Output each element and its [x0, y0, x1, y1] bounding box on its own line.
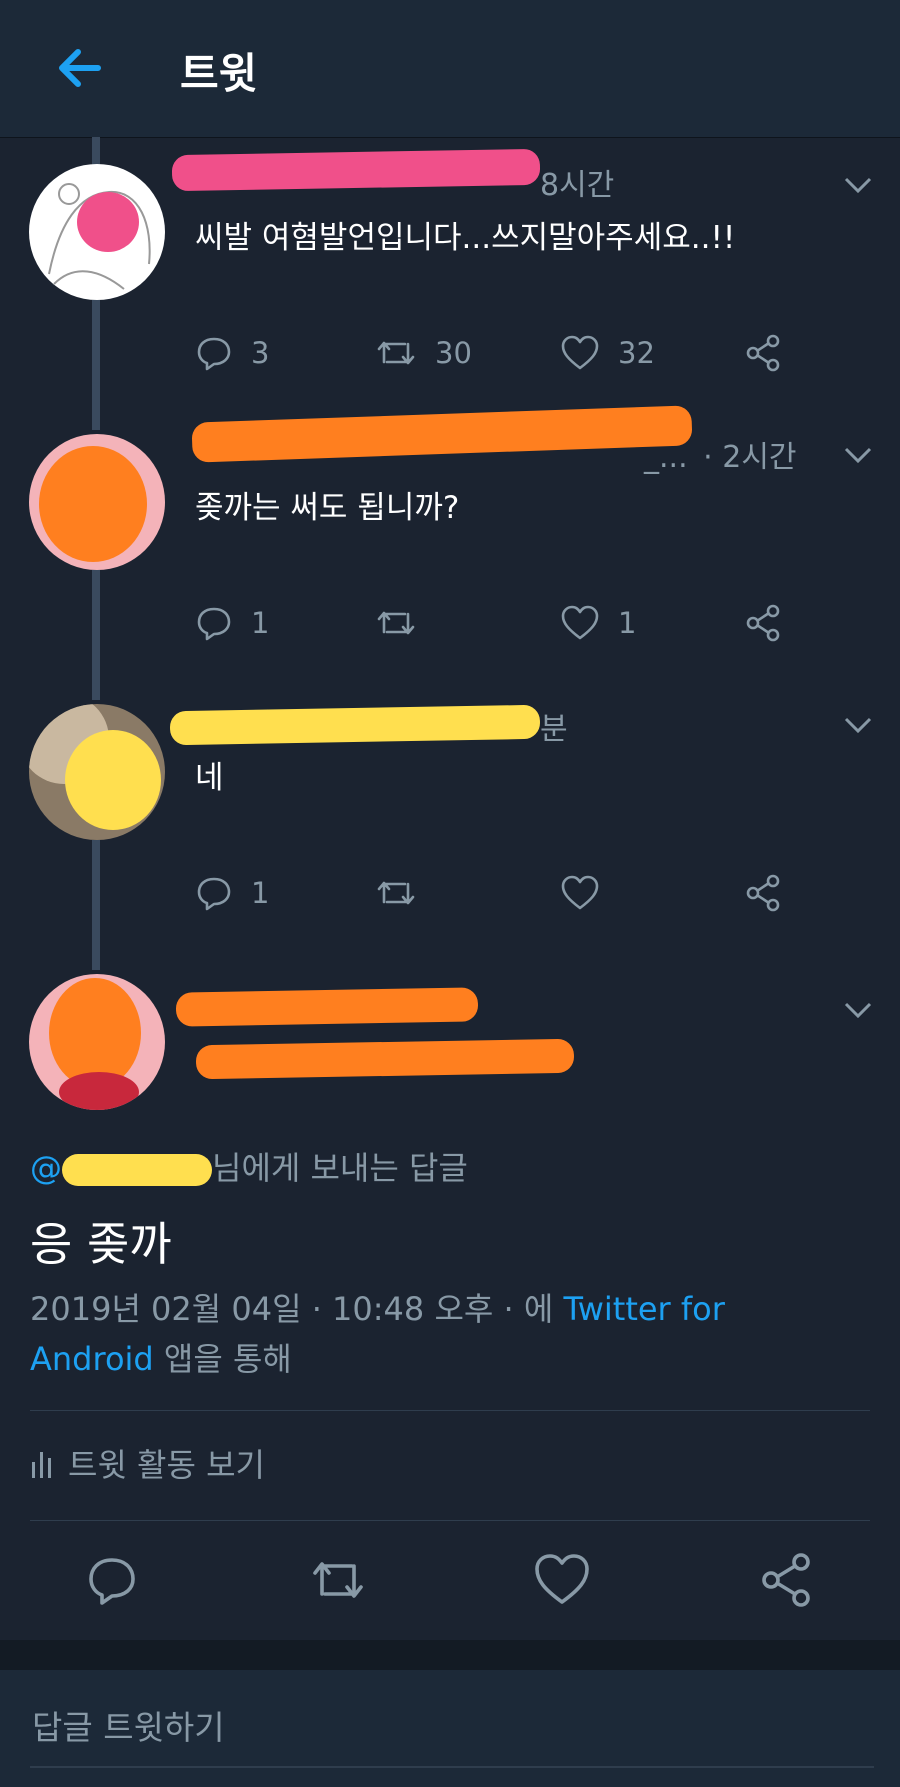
divider	[30, 1410, 870, 1411]
reply-count: 1	[251, 876, 270, 910]
redaction-mark	[175, 987, 479, 1027]
retweet-icon	[377, 881, 415, 905]
reply-count: 3	[251, 336, 270, 370]
share-icon	[746, 334, 780, 372]
tweet-item[interactable]: 8시간 씨발 여혐발언입니다...쓰지말아주세요..!! 3 30 32	[0, 148, 900, 390]
tweet-time: 8시간	[540, 168, 615, 203]
redaction-mark	[65, 730, 161, 830]
client-link-continued[interactable]: Android	[30, 1340, 154, 1378]
avatar[interactable]	[29, 704, 165, 840]
like-count: 1	[618, 606, 637, 640]
tweet-actions: 3 30 32	[195, 328, 795, 378]
redaction-mark	[169, 704, 541, 746]
retweet-button[interactable]	[375, 598, 435, 648]
chevron-down-icon[interactable]	[843, 1000, 873, 1020]
tweet-timestamp: 2019년 02월 04일 · 10:48 오후 · 에 Twitter for…	[30, 1284, 790, 1384]
client-link[interactable]: Twitter for	[563, 1290, 724, 1328]
tweet-activity-link[interactable]: 트윗 활동 보기	[30, 1440, 265, 1486]
tweet-item[interactable]: _... · 2시간 좆까는 써도 됩니까? 1 1	[0, 405, 900, 660]
reply-composer	[0, 1670, 900, 1787]
redaction-mark	[39, 446, 147, 562]
tweet-activity-label: 트윗 활동 보기	[68, 1446, 265, 1484]
redaction-mark	[171, 148, 541, 192]
share-icon	[746, 874, 780, 912]
main-tweet-text: 응 좆까	[30, 1217, 172, 1271]
chevron-down-icon[interactable]	[843, 175, 873, 195]
bar-chart-icon	[32, 1452, 51, 1478]
like-icon	[561, 605, 599, 640]
avatar-image	[59, 1072, 139, 1110]
like-icon	[561, 875, 599, 910]
like-button[interactable]	[560, 868, 618, 918]
tweet-actions: 1	[195, 868, 795, 918]
retweet-icon[interactable]	[308, 1550, 368, 1610]
handle-tail: _...	[644, 440, 688, 475]
retweet-count: 30	[435, 336, 472, 370]
like-icon	[561, 335, 599, 370]
reply-button[interactable]: 3	[195, 328, 269, 378]
main-tweet-actions	[0, 1550, 900, 1610]
like-icon[interactable]	[532, 1550, 592, 1610]
section-gap	[0, 1640, 900, 1670]
share-button[interactable]	[743, 328, 801, 378]
avatar[interactable]	[29, 164, 165, 300]
redaction-mark	[191, 405, 693, 463]
divider	[30, 1520, 870, 1521]
tweet-text: 네	[195, 760, 224, 796]
retweet-icon	[377, 341, 415, 365]
chevron-down-icon[interactable]	[843, 445, 873, 465]
retweet-button[interactable]: 30	[375, 328, 472, 378]
like-count: 32	[618, 336, 655, 370]
tweet-time: 분	[540, 712, 568, 747]
like-button[interactable]: 1	[560, 598, 636, 648]
reply-icon	[197, 337, 231, 371]
tweet-actions: 1 1	[195, 598, 795, 648]
back-arrow-icon[interactable]	[52, 40, 108, 96]
share-icon[interactable]	[757, 1550, 817, 1610]
tweet-meta: 분	[540, 704, 568, 748]
main-tweet-author[interactable]	[0, 960, 900, 1120]
reply-input[interactable]	[30, 1688, 874, 1768]
redaction-mark	[195, 1038, 575, 1080]
page-title: 트윗	[180, 49, 258, 98]
tweet-meta: 8시간	[540, 160, 614, 204]
reply-button[interactable]: 1	[195, 598, 269, 648]
reply-icon	[197, 877, 231, 911]
reply-to-handle[interactable]: @	[30, 1149, 62, 1187]
avatar[interactable]	[29, 434, 165, 570]
reply-icon	[197, 607, 231, 641]
redaction-mark	[77, 192, 139, 252]
client-suffix: 앱을 통해	[153, 1340, 292, 1378]
timestamp-text: 2019년 02월 04일 · 10:48 오후 · 에	[30, 1290, 564, 1328]
retweet-button[interactable]	[375, 868, 435, 918]
tweet-text: 씨발 여혐발언입니다...쓰지말아주세요..!!	[195, 220, 736, 256]
reply-to-line: @ 님에게 보내는 답글	[30, 1143, 468, 1189]
share-button[interactable]	[743, 598, 801, 648]
reply-count: 1	[251, 606, 270, 640]
tweet-time: · 2시간	[703, 440, 797, 475]
reply-to-suffix: 님에게 보내는 답글	[212, 1149, 468, 1187]
tweet-meta: _... · 2시간	[644, 432, 797, 476]
share-icon	[746, 604, 780, 642]
reply-icon[interactable]	[82, 1550, 142, 1610]
share-button[interactable]	[743, 868, 801, 918]
like-button[interactable]: 32	[560, 328, 655, 378]
tweet-text: 좆까는 써도 됩니까?	[195, 490, 460, 526]
reply-button[interactable]: 1	[195, 868, 269, 918]
chevron-down-icon[interactable]	[843, 715, 873, 735]
retweet-icon	[377, 611, 415, 635]
redaction-mark	[62, 1154, 212, 1186]
avatar[interactable]	[29, 974, 165, 1110]
top-bar: 트윗	[0, 0, 900, 138]
tweet-item[interactable]: 분 네 1	[0, 690, 900, 930]
